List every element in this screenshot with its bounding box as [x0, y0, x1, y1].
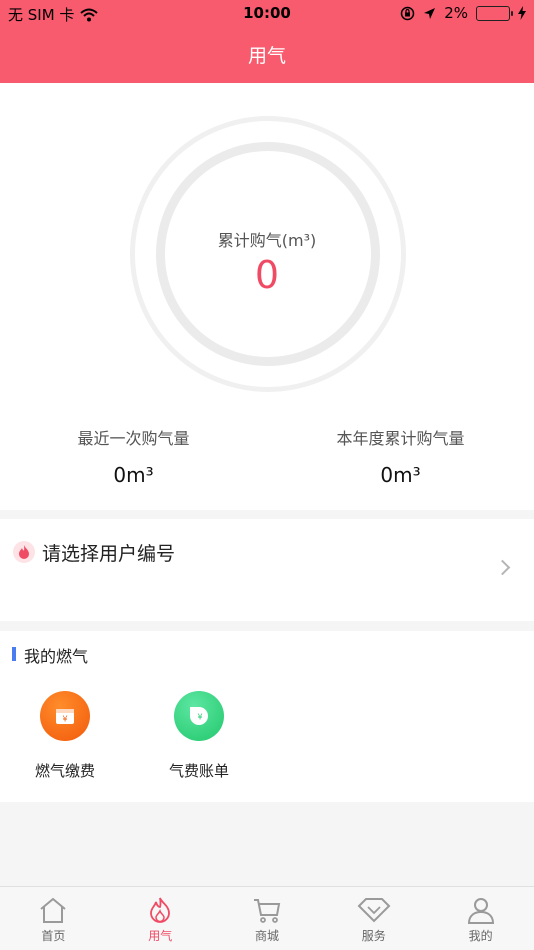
svg-text:¥: ¥ [62, 715, 67, 724]
tab-mine[interactable]: 我的 [427, 887, 534, 950]
chevron-right-icon [494, 559, 511, 576]
last-purchase-stat: 最近一次购气量 0m³ [0, 425, 267, 487]
battery-percent: 2% [444, 4, 468, 22]
account-selector-label: 请选择用户编号 [42, 543, 176, 565]
gas-payment-tile[interactable]: ¥ 燃气缴费 [20, 691, 110, 781]
nav-bar: 用气 [0, 28, 534, 83]
section-marker [12, 647, 16, 661]
tab-gas-label: 用气 [148, 929, 173, 943]
gas-summary-card: 累计购气(m³) 0 最近一次购气量 0m³ 本年度累计购气量 0m³ [0, 83, 534, 510]
tab-home-label: 首页 [41, 929, 66, 943]
tab-service-label: 服务 [361, 929, 386, 943]
total-purchase-label: 累计购气(m³) [217, 231, 317, 250]
my-gas-section: 我的燃气 ¥ 燃气缴费 ¥ 气费账单 [0, 631, 534, 802]
gas-bill-tile[interactable]: ¥ 气费账单 [154, 691, 244, 781]
battery-icon [476, 5, 513, 21]
page-title: 用气 [247, 45, 286, 67]
svg-text:¥: ¥ [197, 713, 202, 722]
account-selector[interactable]: 请选择用户编号 [0, 519, 534, 621]
tab-mine-label: 我的 [468, 929, 493, 943]
cart-icon [253, 899, 281, 923]
tab-gas[interactable]: 用气 [107, 887, 214, 950]
bill-icon: ¥ [174, 691, 224, 741]
tab-mall[interactable]: 商城 [214, 887, 321, 950]
payment-icon: ¥ [40, 691, 90, 741]
tab-service[interactable]: 服务 [320, 887, 427, 950]
status-right: 2% [400, 4, 526, 22]
tab-mall-label: 商城 [254, 929, 279, 943]
charging-icon [518, 6, 526, 20]
bottom-tab-bar: 首页 用气 商城 服务 我的 [0, 886, 534, 950]
location-icon [424, 7, 436, 19]
user-icon [467, 898, 494, 924]
diamond-icon [357, 898, 391, 923]
gas-bill-label: 气费账单 [168, 762, 229, 780]
tab-home[interactable]: 首页 [0, 887, 107, 950]
orientation-lock-icon [400, 6, 415, 20]
flame-badge-icon [13, 541, 35, 563]
year-total-label: 本年度累计购气量 [336, 429, 465, 448]
total-purchase-value: 0 [254, 253, 280, 297]
year-total-value: 0m³ [380, 463, 421, 487]
gas-payment-label: 燃气缴费 [34, 762, 95, 780]
year-total-stat: 本年度累计购气量 0m³ [267, 425, 534, 487]
status-bar: 无 SIM 卡 10:00 2% [0, 0, 534, 28]
home-icon [40, 897, 67, 923]
last-purchase-value: 0m³ [113, 463, 154, 487]
last-purchase-label: 最近一次购气量 [77, 429, 190, 448]
section-title: 我的燃气 [24, 647, 89, 666]
flame-icon [150, 897, 171, 923]
